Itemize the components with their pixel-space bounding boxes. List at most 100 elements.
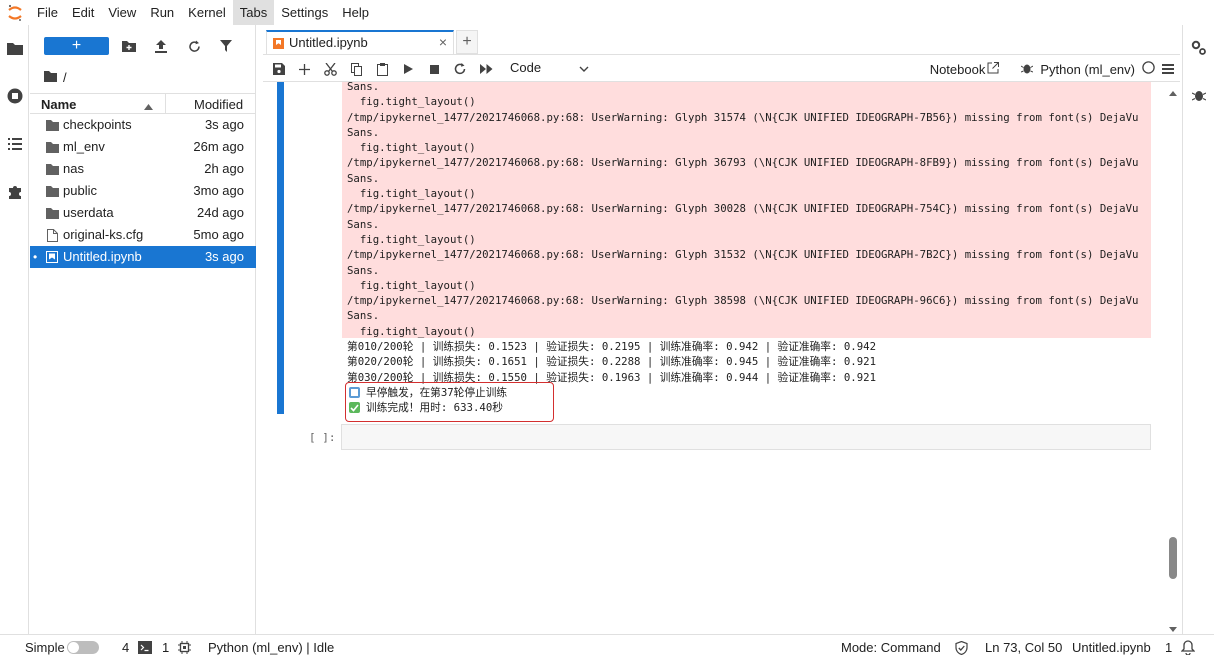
- column-divider[interactable]: [165, 94, 166, 113]
- file-item-ml_env[interactable]: ml_env 26m ago: [30, 136, 256, 158]
- menu-settings[interactable]: Settings: [274, 0, 335, 25]
- stdout-line: 第010/200轮 | 训练损失: 0.1523 | 验证损失: 0.2195 …: [347, 340, 877, 353]
- kernel-area: Notebook Python (ml_env): [930, 55, 1180, 83]
- upload-icon[interactable]: [153, 38, 169, 54]
- jupyter-logo-icon: [0, 4, 30, 22]
- sort-ascending-icon[interactable]: [144, 98, 153, 113]
- external-link-icon[interactable]: [987, 61, 1000, 77]
- file-modified: 3s ago: [204, 249, 244, 264]
- menu-file[interactable]: File: [30, 0, 65, 25]
- cut-icon[interactable]: [322, 61, 338, 77]
- notebook-body: Sans. fig.tight_layout()/tmp/ipykernel_1…: [263, 82, 1180, 634]
- cursor-position[interactable]: Ln 73, Col 50: [985, 640, 1062, 655]
- restart-icon[interactable]: [452, 61, 468, 77]
- early-stop-text: 早停触发，在第37轮停止训练: [366, 385, 508, 399]
- scrollbar-thumb[interactable]: [1169, 537, 1177, 579]
- new-folder-icon[interactable]: [121, 38, 137, 54]
- file-browser-toolbar: +: [30, 35, 256, 59]
- kernel-name-button[interactable]: Python (ml_env): [1040, 62, 1135, 77]
- terminal-count[interactable]: 4: [122, 640, 129, 655]
- terminal-icon[interactable]: [138, 641, 152, 657]
- debugger-bug-icon[interactable]: [1021, 62, 1034, 77]
- cell-collapser[interactable]: [277, 82, 284, 414]
- file-item-nas[interactable]: nas 2h ago: [30, 158, 256, 180]
- close-icon[interactable]: ×: [439, 34, 447, 50]
- file-item-public[interactable]: public 3mo ago: [30, 180, 256, 202]
- notification-count[interactable]: 1: [1165, 640, 1172, 655]
- file-browser: + / Name Modified checkpoints 3s ago ml_: [30, 25, 256, 634]
- filter-icon[interactable]: [218, 38, 234, 54]
- stderr-line: /tmp/ipykernel_1477/2021746068.py:68: Us…: [347, 156, 1139, 170]
- file-modified: 3s ago: [204, 117, 244, 132]
- breadcrumb[interactable]: /: [44, 68, 67, 86]
- breadcrumb-root[interactable]: /: [63, 70, 67, 85]
- notebook-icon: [45, 250, 59, 264]
- table-of-contents-icon[interactable]: [0, 129, 29, 159]
- breadcrumb-folder-icon: [44, 70, 57, 85]
- extension-puzzle-icon[interactable]: [0, 177, 29, 207]
- scroll-up-arrow-icon[interactable]: [1169, 84, 1177, 99]
- file-name: public: [63, 183, 97, 198]
- run-icon[interactable]: [400, 61, 416, 77]
- stderr-line: Sans.: [347, 125, 380, 139]
- left-sidebar-rail: [0, 25, 29, 634]
- folder-icon: [45, 184, 59, 198]
- menu-run[interactable]: Run: [143, 0, 181, 25]
- file-item-original-ks-cfg[interactable]: original-ks.cfg 5mo ago: [30, 224, 256, 246]
- stderr-line: Sans.: [347, 263, 380, 277]
- running-sessions-icon[interactable]: [0, 81, 29, 111]
- trusted-shield-icon[interactable]: [955, 640, 968, 658]
- folder-icon: [45, 206, 59, 220]
- paste-icon[interactable]: [374, 61, 390, 77]
- menu-view[interactable]: View: [101, 0, 143, 25]
- current-file-name[interactable]: Untitled.ipynb: [1072, 640, 1151, 655]
- kernel-status-idle-icon: [1142, 61, 1155, 77]
- copy-icon[interactable]: [348, 61, 364, 77]
- file-modified: 5mo ago: [193, 227, 244, 242]
- file-modified: 26m ago: [193, 139, 244, 154]
- menu-icon[interactable]: [1162, 62, 1174, 77]
- scroll-down-arrow-icon[interactable]: [1169, 620, 1177, 634]
- stderr-text: Sans. fig.tight_layout()/tmp/ipykernel_1…: [347, 82, 1138, 339]
- menu-edit[interactable]: Edit: [65, 0, 101, 25]
- stderr-line: fig.tight_layout(): [347, 141, 476, 155]
- file-icon: [45, 228, 59, 242]
- kernel-chip-icon[interactable]: [178, 641, 191, 657]
- fast-forward-icon[interactable]: [478, 61, 494, 77]
- folder-icon: [45, 162, 59, 176]
- menu-help[interactable]: Help: [335, 0, 376, 25]
- folder-icon[interactable]: [0, 33, 29, 63]
- file-name: ml_env: [63, 139, 105, 154]
- column-modified-header[interactable]: Modified: [194, 97, 243, 112]
- column-name-header[interactable]: Name: [41, 97, 76, 112]
- file-item-checkpoints[interactable]: checkpoints 3s ago: [30, 114, 256, 136]
- refresh-icon[interactable]: [186, 38, 202, 54]
- property-inspector-gears-icon[interactable]: [1191, 40, 1207, 59]
- notification-bell-icon[interactable]: [1180, 640, 1196, 658]
- code-cell-input[interactable]: [341, 424, 1151, 450]
- stop-icon[interactable]: [426, 61, 442, 77]
- add-tab-button[interactable]: +: [456, 30, 478, 54]
- open-notebook-button[interactable]: Notebook: [930, 62, 986, 77]
- file-item-userdata[interactable]: userdata 24d ago: [30, 202, 256, 224]
- notebook-scrollbar[interactable]: [1166, 82, 1180, 634]
- new-launcher-button[interactable]: +: [44, 37, 109, 55]
- stderr-line: Sans.: [347, 309, 380, 323]
- insert-cell-icon[interactable]: [296, 61, 312, 77]
- file-item-untitled-ipynb[interactable]: • Untitled.ipynb 3s ago: [30, 246, 256, 268]
- chevron-down-icon[interactable]: [579, 60, 589, 75]
- stdout-line: 第020/200轮 | 训练损失: 0.1651 | 验证损失: 0.2288 …: [347, 355, 877, 369]
- menu-tabs[interactable]: Tabs: [232, 0, 275, 25]
- debugger-icon[interactable]: [1191, 88, 1207, 105]
- kernel-status-text[interactable]: Python (ml_env) | Idle: [208, 640, 334, 655]
- simple-mode-toggle[interactable]: [67, 641, 99, 654]
- cell-type-select[interactable]: Code: [510, 60, 541, 75]
- save-icon[interactable]: [271, 61, 287, 77]
- notebook-mode-text[interactable]: Mode: Command: [841, 640, 941, 655]
- tab-untitled-ipynb[interactable]: Untitled.ipynb ×: [266, 30, 454, 54]
- stderr-output: Sans. fig.tight_layout()/tmp/ipykernel_1…: [342, 82, 1151, 338]
- menu-kernel[interactable]: Kernel: [181, 0, 233, 25]
- done-text: 训练完成！用时: 633.40秒: [366, 400, 503, 414]
- kernel-count[interactable]: 1: [162, 640, 169, 655]
- stderr-line: fig.tight_layout(): [347, 324, 476, 338]
